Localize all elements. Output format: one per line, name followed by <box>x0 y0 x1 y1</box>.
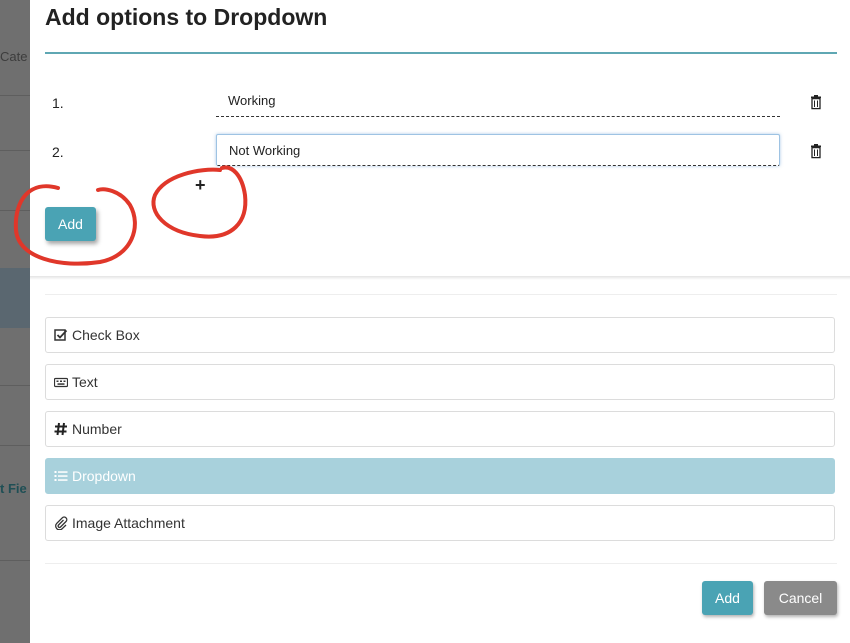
option-row: 2. <box>52 134 832 174</box>
background-divider <box>0 385 30 386</box>
field-type-checkbox[interactable]: Check Box <box>45 317 835 353</box>
cancel-button[interactable]: Cancel <box>764 581 837 615</box>
field-type-number[interactable]: Number <box>45 411 835 447</box>
background-divider <box>0 95 30 96</box>
checkbox-icon <box>54 328 68 342</box>
field-type-label: Text <box>72 374 98 390</box>
field-type-label: Dropdown <box>72 468 136 484</box>
background-text: t Fie <box>0 481 27 496</box>
list-icon <box>54 469 68 483</box>
background-divider <box>0 150 30 151</box>
section-separator <box>30 276 850 280</box>
plus-icon[interactable]: + <box>195 175 206 196</box>
title-divider <box>45 52 837 54</box>
hash-icon <box>54 422 68 436</box>
paperclip-icon <box>54 516 68 531</box>
background-divider <box>0 445 30 446</box>
divider <box>45 563 837 564</box>
field-type-label: Number <box>72 421 122 437</box>
option-input[interactable] <box>216 134 780 166</box>
background-text: Cate <box>0 49 28 64</box>
field-type-label: Image Attachment <box>72 515 185 531</box>
background-divider <box>0 560 30 561</box>
trash-icon[interactable] <box>808 94 824 110</box>
add-option-button[interactable]: Add <box>45 207 96 241</box>
trash-icon[interactable] <box>808 143 824 159</box>
option-row: 1. <box>52 85 832 125</box>
field-type-image-attachment[interactable]: Image Attachment <box>45 505 835 541</box>
field-type-text[interactable]: Text <box>45 364 835 400</box>
add-options-modal: Add options to Dropdown 1. 2. <box>30 0 850 643</box>
field-type-dropdown[interactable]: Dropdown <box>45 458 835 494</box>
keyboard-icon <box>53 375 69 389</box>
add-button[interactable]: Add <box>702 581 753 615</box>
modal-title: Add options to Dropdown <box>45 4 328 30</box>
background-divider <box>0 210 30 211</box>
divider <box>45 294 837 295</box>
option-number: 1. <box>52 95 64 111</box>
field-type-label: Check Box <box>72 327 140 343</box>
background-panel <box>0 268 30 328</box>
option-input[interactable] <box>216 85 780 117</box>
option-number: 2. <box>52 144 64 160</box>
